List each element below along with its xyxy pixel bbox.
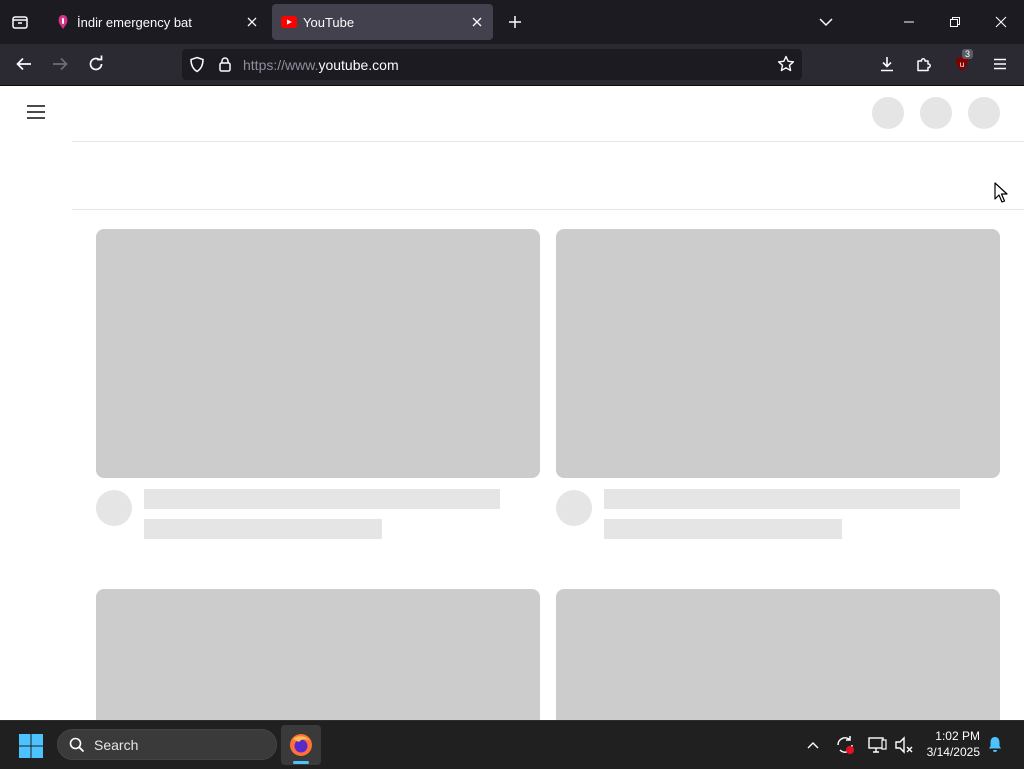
meta-line-placeholder — [604, 519, 842, 539]
notification-bell-icon — [989, 737, 1001, 752]
podcast-favicon-icon — [58, 15, 68, 29]
channel-avatar-placeholder — [96, 490, 132, 526]
taskbar: Search 1:02 PM 3/14/2025 — [0, 720, 1024, 769]
channel-avatar-placeholder — [556, 490, 592, 526]
windows-logo-icon — [19, 734, 43, 758]
sync-icon — [837, 736, 854, 754]
mouse-cursor-icon — [994, 182, 1008, 203]
close-icon — [247, 17, 257, 27]
guide-menu-button[interactable] — [20, 100, 52, 124]
clock-date: 3/14/2025 — [926, 745, 980, 759]
divider — [72, 141, 1024, 142]
running-indicator — [293, 761, 309, 764]
tab-close-button[interactable] — [242, 12, 262, 32]
puzzle-icon — [917, 58, 931, 72]
youtube-favicon-icon — [281, 16, 297, 28]
youtube-page — [0, 86, 1024, 729]
extensions-button[interactable] — [910, 50, 938, 78]
close-window-button[interactable] — [978, 0, 1024, 44]
tab-list-icon — [12, 16, 28, 29]
reload-button[interactable] — [82, 50, 110, 78]
sync-tray-button[interactable] — [834, 734, 856, 756]
navigation-toolbar: https://www.youtube.com u 3 — [0, 44, 1024, 86]
url-host: youtube.com — [318, 57, 399, 73]
hamburger-icon — [27, 105, 45, 119]
plus-icon — [509, 16, 521, 28]
taskbar-firefox-button[interactable] — [281, 725, 321, 765]
tab-overflow-button[interactable] — [812, 8, 840, 36]
notification-button[interactable] — [986, 735, 1006, 755]
chevron-up-icon — [807, 742, 819, 749]
firefox-icon — [290, 734, 312, 756]
search-placeholder: Search — [94, 737, 139, 753]
clock[interactable]: 1:02 PM 3/14/2025 — [910, 727, 980, 763]
downloads-button[interactable] — [873, 50, 901, 78]
video-thumbnail-placeholder — [556, 229, 1000, 478]
back-button[interactable] — [10, 50, 38, 78]
clock-time: 1:02 PM — [935, 729, 980, 743]
star-icon[interactable] — [777, 55, 795, 73]
new-tab-button[interactable] — [502, 8, 528, 36]
reload-icon — [89, 55, 103, 71]
close-icon — [472, 17, 482, 27]
tab-youtube[interactable]: YouTube — [272, 4, 493, 40]
lock-icon[interactable] — [218, 56, 232, 72]
restore-button[interactable] — [932, 0, 978, 44]
shield-icon[interactable] — [189, 56, 205, 73]
title-line-placeholder — [604, 489, 960, 509]
url-text[interactable]: https://www.youtube.com — [243, 57, 399, 73]
header-placeholder-circle — [920, 97, 952, 129]
svg-text:u: u — [960, 60, 964, 69]
minimize-icon — [904, 21, 914, 23]
meta-line-placeholder — [144, 519, 382, 539]
tab-close-button[interactable] — [467, 12, 487, 32]
network-icon — [868, 737, 887, 753]
video-thumbnail-placeholder — [556, 589, 1000, 729]
network-tray-button[interactable] — [866, 734, 888, 756]
forward-button[interactable] — [46, 50, 74, 78]
extension-badge: 3 — [962, 49, 974, 59]
close-icon — [995, 16, 1007, 28]
tab-indir-emergency[interactable]: İndir emergency bat — [48, 4, 268, 40]
show-hidden-icons-button[interactable] — [803, 735, 823, 755]
video-thumbnail-placeholder — [96, 589, 540, 729]
title-line-placeholder — [144, 489, 500, 509]
taskbar-search-box[interactable]: Search — [57, 729, 277, 760]
header-placeholder-circle — [872, 97, 904, 129]
back-arrow-icon — [16, 57, 31, 71]
minimize-button[interactable] — [886, 0, 932, 44]
app-menu-button[interactable] — [986, 50, 1014, 78]
download-icon — [881, 57, 893, 72]
hamburger-icon — [994, 58, 1006, 70]
restore-icon — [950, 17, 960, 27]
start-button[interactable] — [18, 733, 44, 759]
chevron-down-icon — [819, 18, 833, 27]
forward-arrow-icon — [53, 57, 68, 71]
search-icon — [69, 737, 85, 753]
address-bar[interactable]: https://www.youtube.com — [182, 49, 802, 80]
list-all-tabs-button[interactable] — [6, 8, 34, 36]
divider — [72, 209, 1024, 210]
ublock-extension-button[interactable]: u 3 — [948, 49, 976, 78]
video-thumbnail-placeholder — [96, 229, 540, 478]
tab-bar: İndir emergency bat YouTube — [0, 0, 1024, 44]
url-prefix: https://www. — [243, 57, 319, 73]
tab-title: YouTube — [303, 14, 355, 30]
tab-title: İndir emergency bat — [77, 14, 192, 30]
header-placeholder-circle — [968, 97, 1000, 129]
